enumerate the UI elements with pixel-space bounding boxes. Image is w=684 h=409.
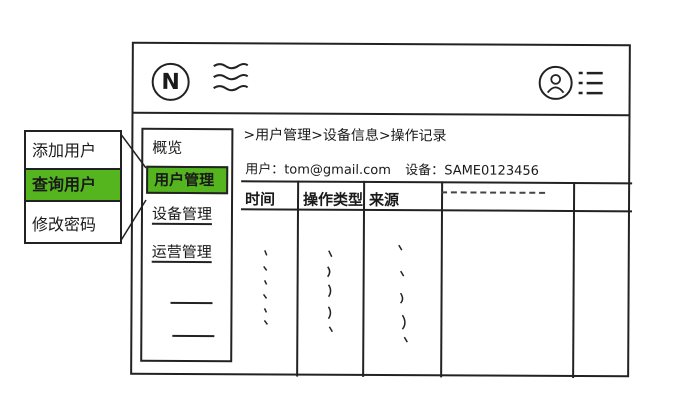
user-email-value: tom@gmail.com xyxy=(284,162,391,179)
breadcrumb[interactable]: >用户管理>设备信息>操作记录 xyxy=(243,124,446,145)
table-row-placeholders xyxy=(262,244,408,343)
device-label: 设备： xyxy=(405,163,445,179)
sidebar-item-user-management[interactable]: 用户管理 xyxy=(146,165,229,195)
user-management-submenu: 添加用户 查询用户 修改密码 xyxy=(24,130,122,244)
operation-log-table: 时间 操作类型 来源 xyxy=(240,180,633,379)
sidebar-item-operations-management[interactable]: 运营管理 xyxy=(146,238,228,266)
sidebar: 概览 用户管理 设备管理 运营管理 xyxy=(140,127,234,363)
sidebar-item-label: 概览 xyxy=(152,138,183,157)
logo-letter: N xyxy=(161,69,180,95)
device-info: 设备：SAME0123456 xyxy=(405,159,539,179)
menu-item-label: 查询用户 xyxy=(32,175,97,194)
top-header: N xyxy=(133,43,629,117)
sidebar-placeholder-line xyxy=(170,301,213,305)
device-id-value: SAME0123456 xyxy=(444,163,539,179)
menu-item-label: 添加用户 xyxy=(32,141,97,160)
user-label: 用户： xyxy=(245,162,285,178)
user-info: 用户：tom@gmail.com xyxy=(245,158,391,178)
sidebar-item-overview[interactable]: 概览 xyxy=(146,134,228,162)
menu-item-change-password[interactable]: 修改密码 xyxy=(26,208,120,242)
sidebar-item-device-management[interactable]: 设备管理 xyxy=(146,200,228,228)
menu-item-query-user[interactable]: 查询用户 xyxy=(26,168,120,202)
menu-item-add-user[interactable]: 添加用户 xyxy=(26,134,120,168)
list-menu-icon[interactable] xyxy=(577,68,605,98)
hamburger-menu-icon[interactable] xyxy=(212,60,250,94)
sidebar-placeholder-line xyxy=(172,334,215,338)
n-logo-icon[interactable]: N xyxy=(151,62,190,101)
menu-item-label: 修改密码 xyxy=(32,215,97,234)
app-window: N 概览 用户管理 设备管理 运营管理 >用户管理>设备信息>操作记录 用户：t… xyxy=(130,41,633,379)
sidebar-item-label: 运营管理 xyxy=(151,242,212,264)
sidebar-item-label: 用户管理 xyxy=(154,170,215,190)
sidebar-item-label: 设备管理 xyxy=(151,204,213,226)
user-avatar-icon[interactable] xyxy=(538,65,573,101)
